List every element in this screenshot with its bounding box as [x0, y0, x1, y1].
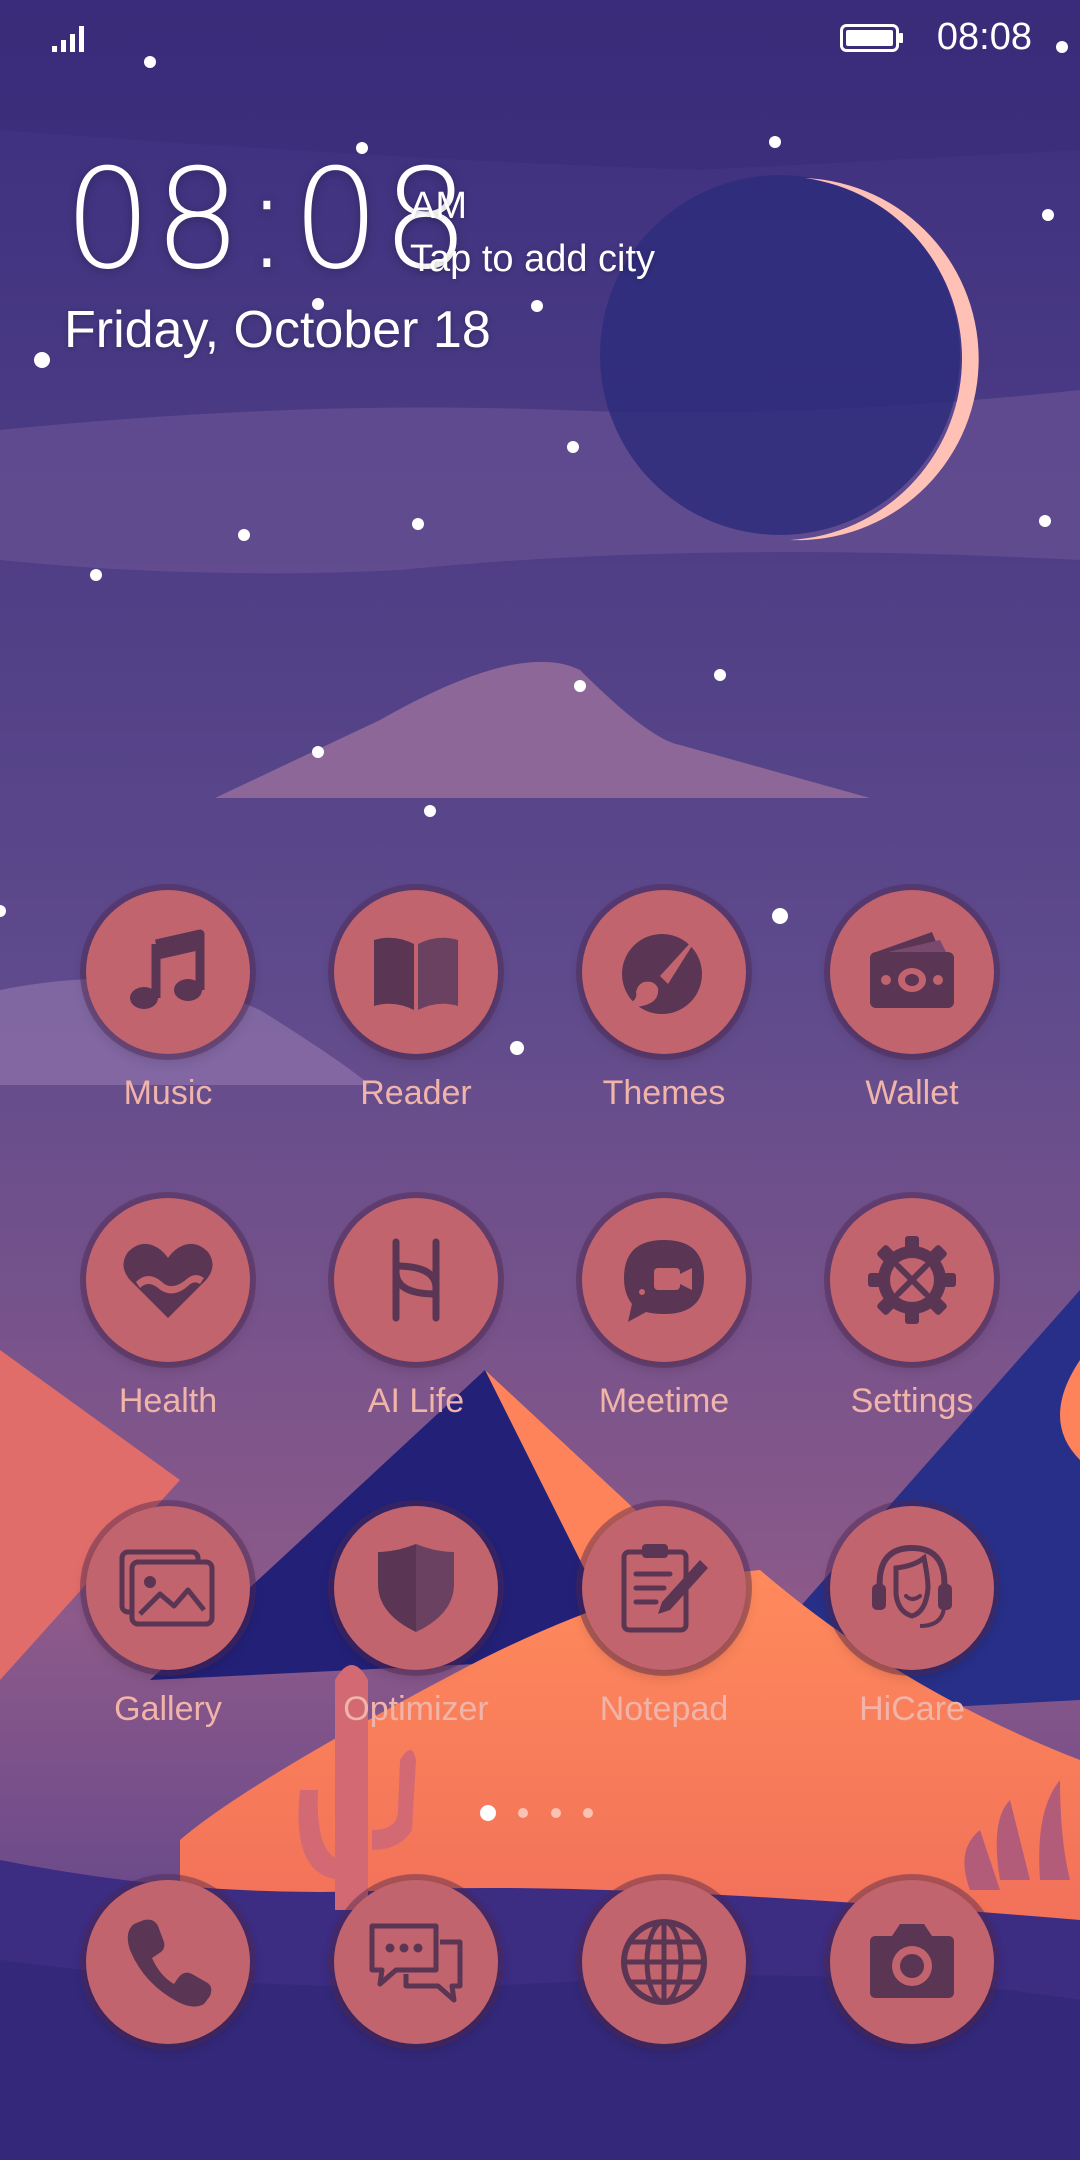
dock-camera[interactable]	[792, 1880, 1032, 2140]
browser-globe-icon	[621, 1919, 707, 2005]
app-optimizer[interactable]: Optimizer	[296, 1506, 536, 1766]
page-dot	[583, 1807, 594, 1818]
app-label: Reader	[360, 1074, 472, 1112]
app-notepad[interactable]: Notepad	[544, 1506, 784, 1766]
gear-icon	[868, 1236, 956, 1324]
app-label: Music	[123, 1074, 213, 1112]
page-dot	[518, 1807, 529, 1818]
app-label: HiCare	[859, 1690, 965, 1728]
page-dot-active	[480, 1804, 496, 1821]
app-notepad-icon-bg[interactable]	[582, 1506, 746, 1670]
app-hicare[interactable]: HiCare	[792, 1506, 1032, 1766]
app-ai-life-icon-bg[interactable]	[334, 1198, 498, 1362]
app-settings[interactable]: Settings	[792, 1198, 1032, 1458]
app-reader-icon-bg[interactable]	[334, 890, 498, 1054]
app-wallet-icon-bg[interactable]	[830, 890, 994, 1054]
wallet-icon	[870, 932, 954, 1008]
messages-icon	[369, 1923, 463, 2003]
dock-phone-icon-bg[interactable]	[86, 1880, 250, 2044]
app-meetime-icon-bg[interactable]	[582, 1198, 746, 1362]
dock-camera-icon-bg[interactable]	[830, 1880, 994, 2044]
clock-widget[interactable]: 08:08 AM Tap to add city Friday, October…	[0, 0, 1080, 400]
app-reader[interactable]: Reader	[296, 890, 536, 1150]
app-health[interactable]: Health	[48, 1198, 288, 1458]
app-label: Health	[118, 1382, 218, 1420]
page-dot	[550, 1807, 561, 1818]
add-city-link[interactable]: Tap to add city	[410, 238, 655, 281]
book-icon	[374, 937, 458, 1010]
app-settings-icon-bg[interactable]	[830, 1198, 994, 1362]
app-label: AI Life	[367, 1382, 465, 1420]
app-label: Settings	[850, 1382, 974, 1420]
app-label: Optimizer	[343, 1690, 489, 1728]
app-label: Notepad	[599, 1690, 729, 1728]
app-themes[interactable]: Themes	[544, 890, 784, 1150]
page-indicator	[480, 1804, 611, 1821]
app-gallery[interactable]: Gallery	[48, 1506, 288, 1766]
app-label: Wallet	[865, 1074, 959, 1112]
app-hicare-icon-bg[interactable]	[830, 1506, 994, 1670]
app-gallery-icon-bg[interactable]	[86, 1506, 250, 1670]
app-wallet[interactable]: Wallet	[792, 890, 1032, 1150]
paintbrush-icon	[622, 930, 702, 1014]
dock-browser-icon-bg[interactable]	[582, 1880, 746, 2044]
app-health-icon-bg[interactable]	[86, 1198, 250, 1362]
app-themes-icon-bg[interactable]	[582, 890, 746, 1054]
dock-phone[interactable]	[48, 1880, 288, 2140]
camera-icon	[870, 1924, 954, 1998]
shield-icon	[378, 1544, 454, 1632]
dock-messages-icon-bg[interactable]	[334, 1880, 498, 2044]
app-ai-life[interactable]: AI Life	[296, 1198, 536, 1458]
app-music-icon-bg[interactable]	[86, 890, 250, 1054]
music-note-icon	[130, 929, 205, 1009]
clock-ampm: AM	[410, 185, 467, 227]
video-chat-icon	[624, 1240, 704, 1322]
app-meetime[interactable]: Meetime	[544, 1198, 784, 1458]
app-label: Gallery	[114, 1690, 222, 1728]
phone-icon	[127, 1919, 212, 2007]
app-label: Meetime	[598, 1382, 730, 1420]
gallery-icon	[119, 1549, 215, 1627]
app-label: Themes	[602, 1074, 726, 1112]
dock-browser[interactable]	[544, 1880, 784, 2140]
app-music[interactable]: Music	[48, 890, 288, 1150]
app-optimizer-icon-bg[interactable]	[334, 1506, 498, 1670]
heart-icon	[123, 1243, 213, 1318]
clock-date[interactable]: Friday, October 18	[64, 300, 491, 360]
headset-icon	[872, 1544, 952, 1628]
notepad-icon	[621, 1544, 708, 1633]
dock-messages[interactable]	[296, 1880, 536, 2140]
ai-life-icon	[392, 1238, 440, 1322]
